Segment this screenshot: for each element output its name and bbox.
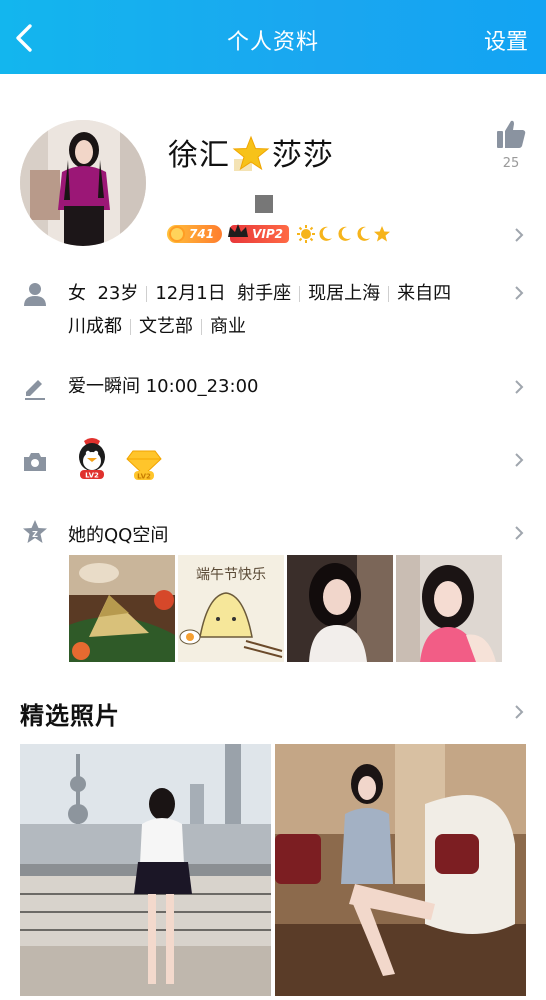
divider: [299, 286, 301, 302]
department: 文艺部: [139, 316, 193, 337]
gender: 女: [68, 283, 86, 304]
badge-row: 741 VIP2: [167, 223, 391, 245]
coin-badge-value: 741: [189, 227, 215, 241]
qzone-thumbnail-selfie-1[interactable]: [287, 555, 393, 662]
birthday: 12月1日: [155, 283, 226, 304]
qzone-thumbnails: 端午节快乐: [69, 555, 502, 662]
qzone-star-icon: Z: [23, 520, 47, 543]
divider: [146, 286, 148, 302]
qzone-thumbnail-zongzi[interactable]: [69, 555, 175, 662]
moon-icon: [357, 226, 370, 241]
coin-icon: [169, 226, 185, 242]
svg-text:LV2: LV2: [85, 472, 99, 480]
sun-icon: [296, 225, 315, 243]
featured-photos: [20, 744, 526, 996]
vip-badge: VIP2: [228, 224, 289, 243]
star-icon: [373, 226, 390, 242]
industry: 商业: [210, 316, 246, 337]
hometown-line2: 川成都: [68, 316, 122, 337]
top-bar: 个人资料 设置: [0, 0, 546, 74]
page-title: 个人资料: [226, 30, 319, 55]
coin-badge: 741: [167, 225, 223, 243]
divider: [388, 286, 390, 302]
svg-text:Z: Z: [32, 530, 38, 539]
qzone-thumbnail-dragon-boat[interactable]: 端午节快乐: [178, 555, 284, 662]
nickname: 徐汇 莎莎: [168, 130, 334, 176]
qzone-thumbnail-selfie-2[interactable]: [396, 555, 502, 662]
profile-card[interactable]: 徐汇 莎莎 25 741 VIP2: [0, 74, 546, 270]
basic-info[interactable]: 女 23岁 12月1日 射手座 现居上海 来自四 川成都 文艺部 商业: [68, 277, 498, 343]
hometown-line1: 来自四: [397, 283, 452, 304]
level-icons: [296, 225, 391, 243]
chevron-right-icon[interactable]: [512, 705, 526, 719]
moon-icon: [319, 226, 332, 241]
nickname-part2: 莎莎: [272, 138, 334, 173]
featured-photos-title: 精选照片: [20, 702, 120, 730]
qq-penguin-icon[interactable]: LV2: [74, 437, 110, 481]
chevron-right-icon[interactable]: [512, 380, 526, 394]
featured-photo-chair[interactable]: [275, 744, 526, 996]
nickname-part1: 徐汇: [168, 138, 230, 173]
thumbs-up-icon: [497, 120, 526, 148]
pencil-icon: [25, 380, 45, 400]
qzone-link[interactable]: 她的QQ空间: [68, 521, 168, 547]
chevron-right-icon[interactable]: [512, 526, 526, 540]
zodiac: 射手座: [237, 283, 292, 304]
diamond-vip-icon[interactable]: LV2: [125, 447, 163, 481]
chevron-right-icon[interactable]: [512, 228, 526, 242]
divider: [130, 319, 131, 335]
featured-photo-skyline[interactable]: [20, 744, 271, 996]
card-caption: 端午节快乐: [196, 567, 266, 583]
chevron-right-icon[interactable]: [512, 286, 526, 300]
signature[interactable]: 爱一瞬间 10:00_23:00: [68, 370, 498, 403]
like-count: 25: [502, 156, 520, 171]
camera-icon: [24, 453, 46, 471]
moon-icon: [338, 226, 351, 241]
placeholder-square: [255, 195, 273, 213]
avatar[interactable]: [20, 120, 146, 246]
divider: [201, 319, 202, 335]
chevron-right-icon[interactable]: [512, 453, 526, 467]
star-emoji-icon: [232, 135, 270, 171]
person-icon: [24, 283, 46, 306]
svg-text:LV2: LV2: [137, 473, 151, 481]
crown-icon: [228, 224, 249, 237]
age: 23岁: [97, 283, 139, 304]
vip-badge-label: VIP2: [252, 227, 283, 241]
residence: 现居上海: [308, 283, 381, 304]
settings-button[interactable]: 设置: [484, 24, 528, 56]
like-button[interactable]: 25: [494, 118, 528, 171]
